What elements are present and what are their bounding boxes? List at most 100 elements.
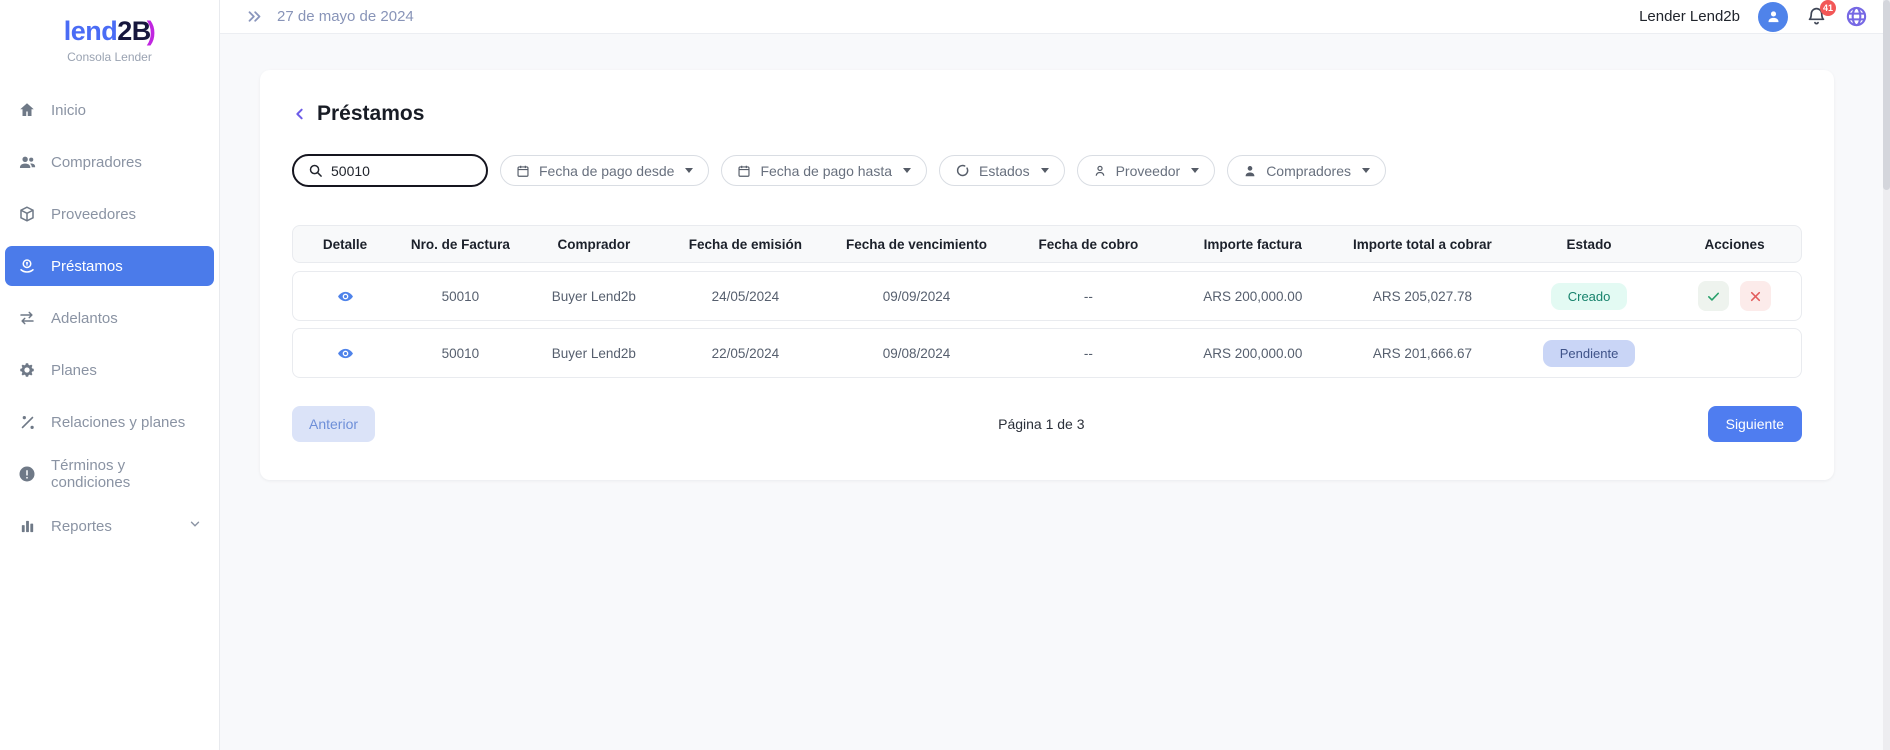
sidebar-collapse-icon[interactable]: [246, 8, 263, 25]
sidebar-item-terminos[interactable]: Términos y condiciones: [5, 454, 214, 494]
sidebar-item-label: Reportes: [51, 518, 112, 535]
brand-wordmark: lend2B): [0, 16, 219, 47]
cell-collection-date: --: [1006, 289, 1170, 304]
content: Préstamos Fecha de pago desde: [220, 34, 1890, 750]
page-title-row: Préstamos: [292, 102, 1802, 126]
reports-icon: [17, 516, 37, 536]
home-icon: [17, 100, 37, 120]
user-name: Lender Lend2b: [1639, 8, 1740, 25]
caret-down-icon: [1362, 168, 1370, 173]
cell-due-date: 09/08/2024: [827, 346, 1006, 361]
cell-buyer: Buyer Lend2b: [524, 289, 664, 304]
pagination: Anterior Página 1 de 3 Siguiente: [292, 406, 1802, 442]
calendar-icon: [737, 164, 751, 178]
col-header-acciones: Acciones: [1668, 237, 1801, 252]
brand-logo: lend2B) Consola Lender: [0, 10, 219, 66]
filter-estados[interactable]: Estados: [939, 155, 1065, 186]
sidebar-item-label: Relaciones y planes: [51, 414, 185, 431]
cell-issue-date: 22/05/2024: [664, 346, 827, 361]
topbar: 27 de mayo de 2024 Lender Lend2b 41: [220, 0, 1890, 34]
sidebar-item-label: Adelantos: [51, 310, 118, 327]
filter-proveedor[interactable]: Proveedor: [1077, 155, 1216, 186]
cell-invoice: 50010: [397, 289, 524, 304]
view-detail-button[interactable]: [337, 288, 354, 305]
search-box[interactable]: [292, 154, 488, 187]
sidebar-nav: Inicio Compradores Proveedores Préstamos…: [0, 90, 219, 546]
sidebar-item-compradores[interactable]: Compradores: [5, 142, 214, 182]
loans-card: Préstamos Fecha de pago desde: [260, 70, 1834, 480]
col-header-detalle: Detalle: [293, 237, 397, 252]
notification-badge: 41: [1820, 0, 1836, 16]
sidebar-item-label: Compradores: [51, 154, 142, 171]
col-header-importe: Importe factura: [1171, 237, 1335, 252]
sidebar-item-proveedores[interactable]: Proveedores: [5, 194, 214, 234]
filter-compradores[interactable]: Compradores: [1227, 155, 1386, 186]
notifications-button[interactable]: 41: [1806, 6, 1827, 27]
cell-issue-date: 24/05/2024: [664, 289, 827, 304]
relations-icon: [17, 412, 37, 432]
previous-page-button[interactable]: Anterior: [292, 406, 375, 442]
sidebar-item-planes[interactable]: Planes: [5, 350, 214, 390]
sidebar-item-label: Proveedores: [51, 206, 136, 223]
reject-button[interactable]: [1740, 281, 1771, 311]
col-header-estado: Estado: [1510, 237, 1668, 252]
sidebar-item-label: Planes: [51, 362, 97, 379]
status-circle-icon: [955, 163, 970, 178]
brand-name-secondary: 2B: [117, 16, 151, 46]
cell-invoice-amount: ARS 200,000.00: [1171, 289, 1335, 304]
language-globe-button[interactable]: [1845, 5, 1868, 28]
terms-icon: [17, 464, 37, 484]
scrollbar-thumb[interactable]: [1883, 0, 1890, 190]
back-chevron-icon[interactable]: [292, 106, 308, 122]
brand-subtitle: Consola Lender: [0, 50, 219, 64]
sidebar-item-label: Préstamos: [51, 258, 123, 275]
table-row: 50010 Buyer Lend2b 22/05/2024 09/08/2024…: [292, 328, 1802, 378]
cell-collection-date: --: [1006, 346, 1170, 361]
filter-label: Estados: [979, 163, 1030, 179]
calendar-icon: [516, 164, 530, 178]
cell-invoice-amount: ARS 200,000.00: [1171, 346, 1335, 361]
advances-icon: [17, 308, 37, 328]
cell-buyer: Buyer Lend2b: [524, 346, 664, 361]
plans-icon: [17, 360, 37, 380]
globe-icon: [1845, 5, 1868, 28]
next-page-button[interactable]: Siguiente: [1708, 406, 1802, 442]
filter-label: Proveedor: [1116, 163, 1181, 179]
view-detail-button[interactable]: [337, 345, 354, 362]
filter-fecha-pago-desde[interactable]: Fecha de pago desde: [500, 155, 709, 186]
col-header-cobro: Fecha de cobro: [1006, 237, 1170, 252]
sidebar-item-prestamos[interactable]: Préstamos: [5, 246, 214, 286]
search-icon: [308, 163, 323, 178]
page-info: Página 1 de 3: [375, 416, 1708, 432]
sidebar-item-label: Términos y condiciones: [51, 457, 202, 491]
approve-button[interactable]: [1698, 281, 1729, 311]
sidebar-item-reportes[interactable]: Reportes: [5, 506, 214, 546]
search-input[interactable]: [331, 163, 451, 179]
sidebar-item-inicio[interactable]: Inicio: [5, 90, 214, 130]
page-title: Préstamos: [317, 102, 424, 126]
cell-total-amount: ARS 205,027.78: [1335, 289, 1510, 304]
col-header-vencimiento: Fecha de vencimiento: [827, 237, 1006, 252]
brand-name-primary: lend: [64, 16, 118, 46]
check-icon: [1706, 289, 1721, 304]
page-scrollbar[interactable]: [1883, 0, 1890, 750]
sidebar-item-relaciones[interactable]: Relaciones y planes: [5, 402, 214, 442]
user-avatar[interactable]: [1758, 2, 1788, 32]
chevron-down-icon: [188, 517, 202, 535]
sidebar: lend2B) Consola Lender Inicio Compradore…: [0, 0, 220, 750]
table-header-row: Detalle Nro. de Factura Comprador Fecha …: [292, 225, 1802, 263]
filters-row: Fecha de pago desde Fecha de pago hasta …: [292, 154, 1802, 187]
sidebar-item-label: Inicio: [51, 102, 86, 119]
col-header-emision: Fecha de emisión: [664, 237, 827, 252]
sidebar-item-adelantos[interactable]: Adelantos: [5, 298, 214, 338]
filter-fecha-pago-hasta[interactable]: Fecha de pago hasta: [721, 155, 927, 186]
caret-down-icon: [1041, 168, 1049, 173]
col-header-comprador: Comprador: [524, 237, 664, 252]
loans-icon: [17, 256, 37, 276]
cell-invoice: 50010: [397, 346, 524, 361]
supplier-person-icon: [1093, 164, 1107, 178]
caret-down-icon: [903, 168, 911, 173]
buyer-person-icon: [1243, 164, 1257, 178]
current-date: 27 de mayo de 2024: [277, 8, 414, 25]
caret-down-icon: [1191, 168, 1199, 173]
